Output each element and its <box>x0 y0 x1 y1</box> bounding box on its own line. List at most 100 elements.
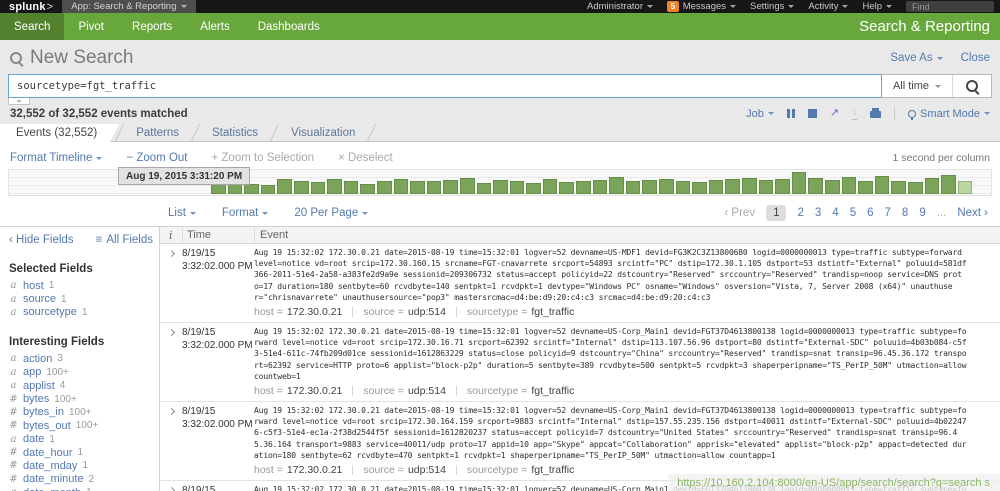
nav-item[interactable]: Reports <box>118 13 186 40</box>
nav-item[interactable]: Dashboards <box>244 13 334 40</box>
stop-button[interactable] <box>808 109 817 118</box>
timeline-bar <box>676 181 691 194</box>
result-tab[interactable]: Statistics <box>196 124 274 141</box>
event-time-cell[interactable]: 8/19/15 3:32:02.000 PM <box>182 405 254 476</box>
event-time-cell[interactable]: 8/19/15 3:32:02.000 PM <box>182 247 254 318</box>
zoom-to-selection-button[interactable]: + Zoom to Selection <box>211 152 314 164</box>
user-menu[interactable]: Administrator <box>587 1 653 12</box>
timeline-bar <box>692 182 707 194</box>
field-row[interactable]: a app 100+ <box>9 366 153 379</box>
zoom-out-button[interactable]: − Zoom Out <box>126 152 187 164</box>
expand-event-icon[interactable] <box>167 408 174 415</box>
results-controls: List Format 20 Per Page ‹ Prev 1 2 3 4 5… <box>0 200 1000 227</box>
format-menu[interactable]: Format <box>222 207 268 219</box>
help-menu[interactable]: Help <box>862 1 892 12</box>
host-field-value[interactable]: 172.30.0.21 <box>287 385 342 397</box>
search-query-input[interactable] <box>8 74 882 98</box>
time-range-picker[interactable]: All time <box>882 75 953 97</box>
all-fields-button[interactable]: ≡All Fields <box>96 234 153 246</box>
source-field-value[interactable]: udp:514 <box>408 385 446 397</box>
event-timeline-histogram[interactable]: Aug 19, 2015 3:31:20 PM <box>8 169 992 196</box>
nav-item[interactable]: Alerts <box>186 13 243 40</box>
page-button[interactable]: 7 <box>885 207 891 219</box>
field-row[interactable]: a sourcetype 1 <box>9 306 153 319</box>
event-row: 8/19/15 3:32:02.000 PM Aug 19 15:32:02 1… <box>160 244 1000 323</box>
expand-event-icon[interactable] <box>167 487 174 491</box>
app-menu[interactable]: App: Search & Reporting <box>62 0 196 13</box>
page-button[interactable]: 4 <box>832 207 838 219</box>
nav-item-label: Reports <box>132 21 172 33</box>
field-row[interactable]: # bytes_in 100+ <box>9 406 153 419</box>
export-button[interactable]: ↓ <box>852 108 857 120</box>
search-bar-right: All time <box>882 74 992 98</box>
nav-item[interactable]: Search <box>0 13 64 40</box>
messages-menu[interactable]: 5 Messages <box>667 1 736 12</box>
nav-item-label: Dashboards <box>258 21 320 33</box>
format-timeline-menu[interactable]: Format Timeline <box>10 152 102 164</box>
job-menu[interactable]: Job <box>746 108 774 120</box>
next-page-button[interactable]: Next › <box>957 207 988 219</box>
host-field-value[interactable]: 172.30.0.21 <box>287 306 342 318</box>
result-tab[interactable]: Patterns <box>120 124 195 141</box>
page-button[interactable]: 8 <box>902 207 908 219</box>
field-row[interactable]: # date_mday 1 <box>9 459 153 472</box>
field-row[interactable]: # bytes 100+ <box>9 392 153 405</box>
page-button[interactable]: 9 <box>919 207 925 219</box>
expand-event-icon[interactable] <box>167 250 174 257</box>
event-time-cell[interactable]: 8/19/15 3:32:02.000 PM <box>182 326 254 397</box>
timeline-bar <box>477 183 492 194</box>
sourcetype-field-value[interactable]: fgt_traffic <box>531 464 574 476</box>
list-view-menu[interactable]: List <box>168 207 196 219</box>
page-button[interactable]: 5 <box>850 207 856 219</box>
event-field-values: host = 172.30.0.21 source = udp:514 sour… <box>254 306 996 318</box>
deselect-button[interactable]: × Deselect <box>338 152 393 164</box>
field-row[interactable]: a host 1 <box>9 279 153 292</box>
sourcetype-field-value[interactable]: fgt_traffic <box>531 385 574 397</box>
expand-event-icon[interactable] <box>167 329 174 336</box>
source-field-value[interactable]: udp:514 <box>408 306 446 318</box>
field-row[interactable]: # bytes_out 100+ <box>9 419 153 432</box>
close-button[interactable]: Close <box>961 52 990 64</box>
search-submit-button[interactable] <box>953 75 991 97</box>
field-row[interactable]: # date_minute 2 <box>9 473 153 486</box>
page-button[interactable]: 1 <box>766 205 786 221</box>
share-button[interactable]: ↗ <box>830 108 839 119</box>
result-tab[interactable]: Events (32,552) <box>0 124 119 142</box>
field-row[interactable]: a action 3 <box>9 352 153 365</box>
chevron-down-icon <box>190 212 196 215</box>
hide-fields-button[interactable]: ‹ Hide Fields <box>9 234 74 246</box>
activity-menu[interactable]: Activity <box>808 1 848 12</box>
event-time-cell[interactable]: 8/19/15 3:32:02.000 PM <box>182 484 254 491</box>
per-page-menu[interactable]: 20 Per Page <box>294 207 368 219</box>
result-tab[interactable]: Visualization <box>275 124 371 141</box>
find-input[interactable] <box>906 1 994 12</box>
host-field-label: host = <box>254 306 283 318</box>
page-button[interactable]: 3 <box>815 207 821 219</box>
host-field-value[interactable]: 172.30.0.21 <box>287 464 342 476</box>
field-row[interactable]: a source 1 <box>9 292 153 305</box>
nav-item[interactable]: Pivot <box>64 13 118 40</box>
field-row[interactable]: # date_hour 1 <box>9 446 153 459</box>
timeline-bar <box>725 179 740 194</box>
sourcetype-field-value[interactable]: fgt_traffic <box>531 306 574 318</box>
print-button[interactable] <box>870 111 881 118</box>
timeline-scale-note: 1 second per column <box>893 152 990 164</box>
help-menu-label: Help <box>862 1 882 12</box>
page-button[interactable]: 2 <box>797 207 803 219</box>
divider <box>352 386 353 396</box>
settings-menu[interactable]: Settings <box>750 1 794 12</box>
field-row[interactable]: a date_month 1 <box>9 486 153 491</box>
save-as-menu[interactable]: Save As <box>890 52 942 64</box>
field-row[interactable]: a date 1 <box>9 433 153 446</box>
field-type-icon: a <box>9 294 18 305</box>
pause-button[interactable] <box>787 109 795 118</box>
search-mode-menu[interactable]: Smart Mode <box>908 108 990 120</box>
splunk-logo[interactable]: splunk> <box>0 0 62 13</box>
page-button[interactable]: 6 <box>867 207 873 219</box>
field-row[interactable]: a applist 4 <box>9 379 153 392</box>
field-name: date_mday <box>23 460 77 472</box>
event-expand-cell <box>160 405 182 476</box>
search-assistant-toggle[interactable] <box>8 98 30 105</box>
prev-page-button[interactable]: ‹ Prev <box>724 207 755 219</box>
source-field-value[interactable]: udp:514 <box>408 464 446 476</box>
